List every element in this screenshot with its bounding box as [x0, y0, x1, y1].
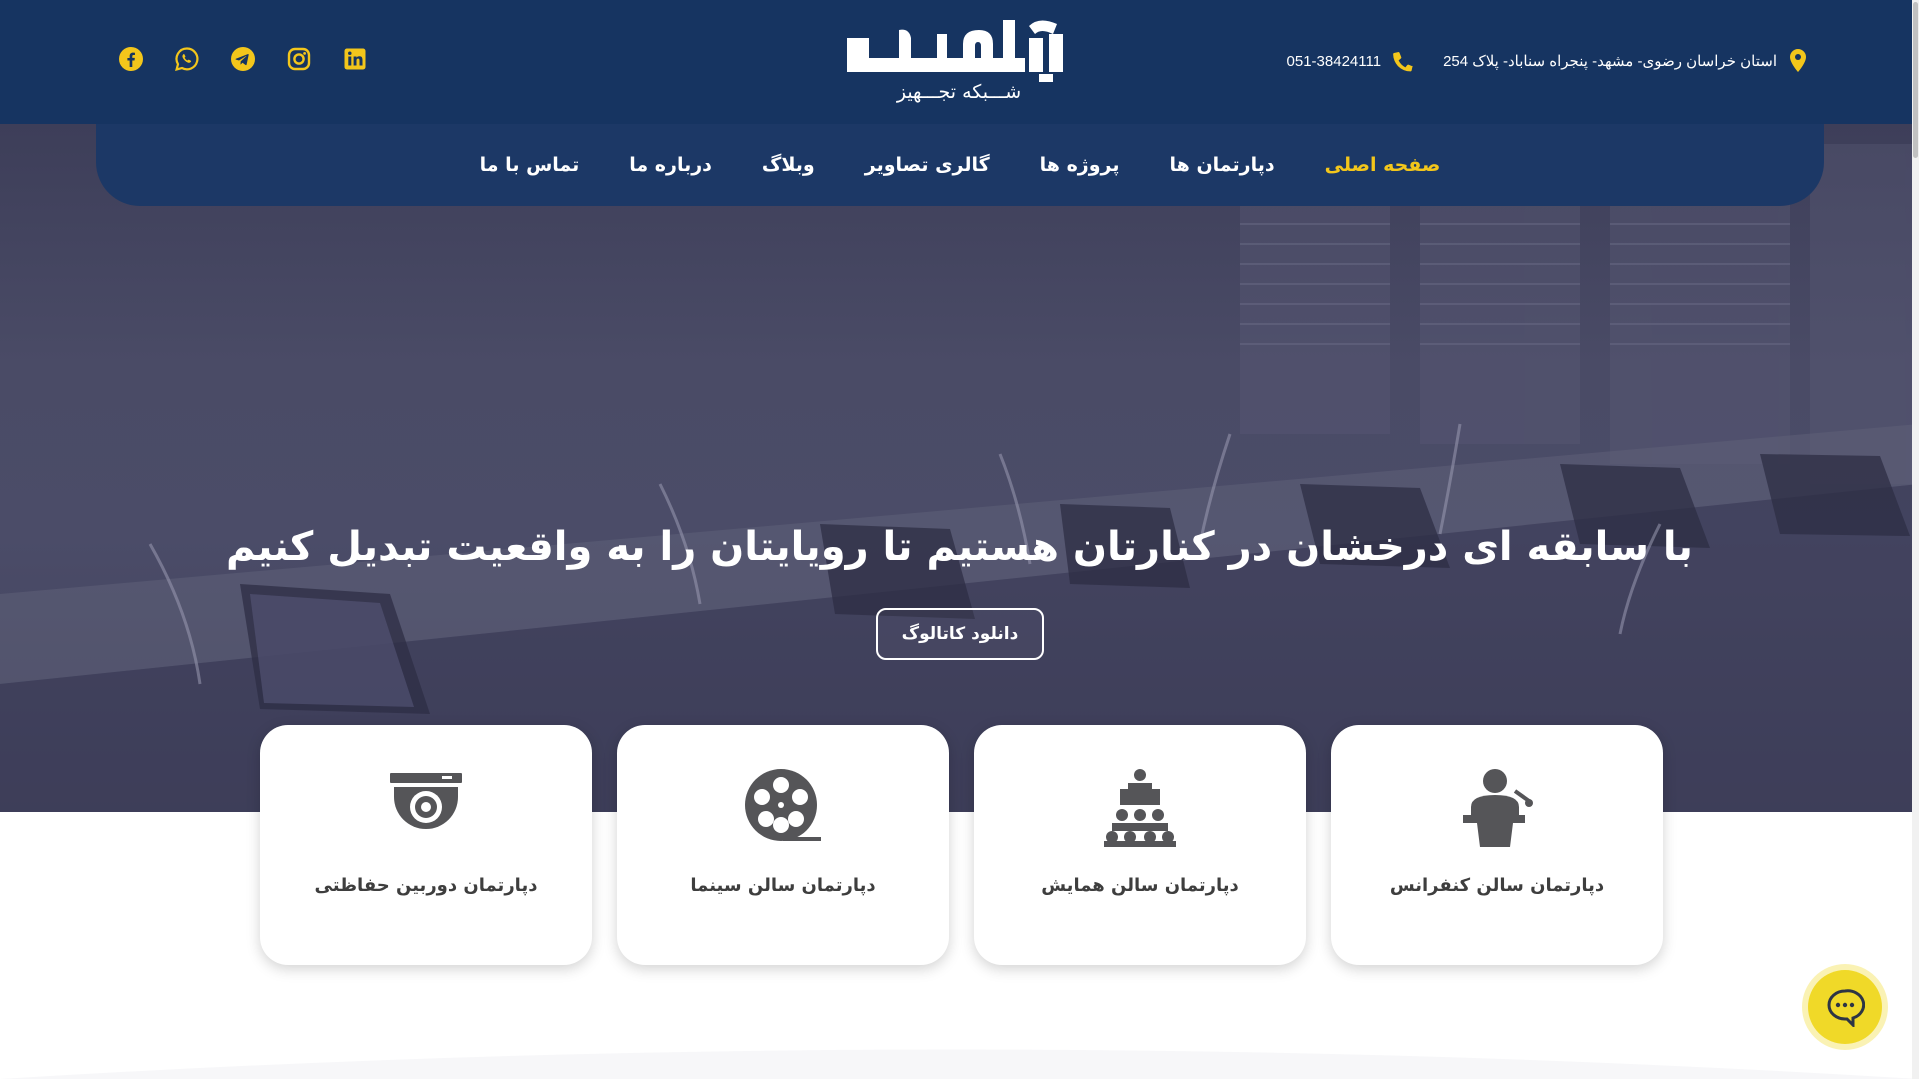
contact-info: استان خراسان رضوی- مشهد- پنجراه سناباد- …: [1287, 48, 1809, 74]
nav-item-about[interactable]: درباره ما: [629, 154, 712, 176]
nav-item-home[interactable]: صفحه اصلی: [1325, 154, 1441, 176]
logo-subtitle: شـــبکه تجـــهیز: [896, 81, 1021, 103]
department-card-security-camera[interactable]: دپارتمان دوربین حفاظتی: [260, 725, 592, 965]
chat-bubble-icon: [1827, 989, 1865, 1027]
audience-presenter-icon: [1104, 769, 1176, 847]
facebook-icon[interactable]: [118, 46, 144, 72]
department-label: دپارتمان سالن همایش: [1041, 875, 1239, 896]
main-navigation: صفحه اصلی دپارتمان ها پروژه ها گالری تصا…: [96, 124, 1824, 206]
social-links: [118, 46, 368, 72]
department-label: دپارتمان سالن سینما: [690, 875, 876, 896]
department-label: دپارتمان دوربین حفاظتی: [314, 875, 538, 896]
department-card-cinema[interactable]: دپارتمان سالن سینما: [617, 725, 949, 965]
nav-item-departments[interactable]: دپارتمان ها: [1170, 154, 1275, 176]
film-reel-icon: [745, 769, 821, 841]
nav-item-blog[interactable]: وبلاگ: [762, 154, 815, 176]
scrollbar-thumb[interactable]: [1913, 2, 1918, 158]
nav-item-gallery[interactable]: گالری تصاویر: [865, 154, 990, 176]
address-text: استان خراسان رضوی- مشهد- پنجراه سناباد- …: [1443, 53, 1777, 70]
speaker-podium-icon: [1463, 769, 1533, 847]
nav-item-projects[interactable]: پروژه ها: [1040, 154, 1120, 176]
linkedin-icon[interactable]: [342, 46, 368, 72]
security-camera-icon: [390, 773, 462, 829]
instagram-icon[interactable]: [286, 46, 312, 72]
nav-item-contact[interactable]: تماس با ما: [480, 154, 580, 176]
location-pin-icon: [1790, 49, 1806, 72]
department-card-conference[interactable]: دپارتمان سالن کنفرانس: [1331, 725, 1663, 965]
telegram-icon[interactable]: [230, 46, 256, 72]
top-header: شـــبکه تجـــهیز استان خراسان رضوی- مشهد…: [0, 0, 1919, 124]
department-cards: دپارتمان دوربین حفاظتی دپارتمان سالن سین…: [260, 725, 1663, 965]
hero-section: با سابقه ای درخشان در کنارتان هستیم تا ر…: [0, 124, 1919, 812]
phone-number[interactable]: 051-38424111: [1287, 53, 1382, 70]
hero-title: با سابقه ای درخشان در کنارتان هستیم تا ر…: [226, 524, 1693, 570]
whatsapp-icon[interactable]: [174, 46, 200, 72]
phone-icon: [1393, 52, 1414, 72]
department-card-conference-hall[interactable]: دپارتمان سالن همایش: [974, 725, 1306, 965]
site-logo[interactable]: شـــبکه تجـــهیز: [843, 14, 1075, 110]
section-divider-curve: [0, 1049, 1919, 1079]
department-label: دپارتمان سالن کنفرانس: [1389, 875, 1605, 896]
hero-background-image: [0, 144, 1919, 812]
download-catalog-button[interactable]: دانلود کاتالوگ: [876, 608, 1044, 660]
chat-widget-button[interactable]: [1808, 970, 1882, 1044]
page-scrollbar[interactable]: [1912, 0, 1919, 1079]
